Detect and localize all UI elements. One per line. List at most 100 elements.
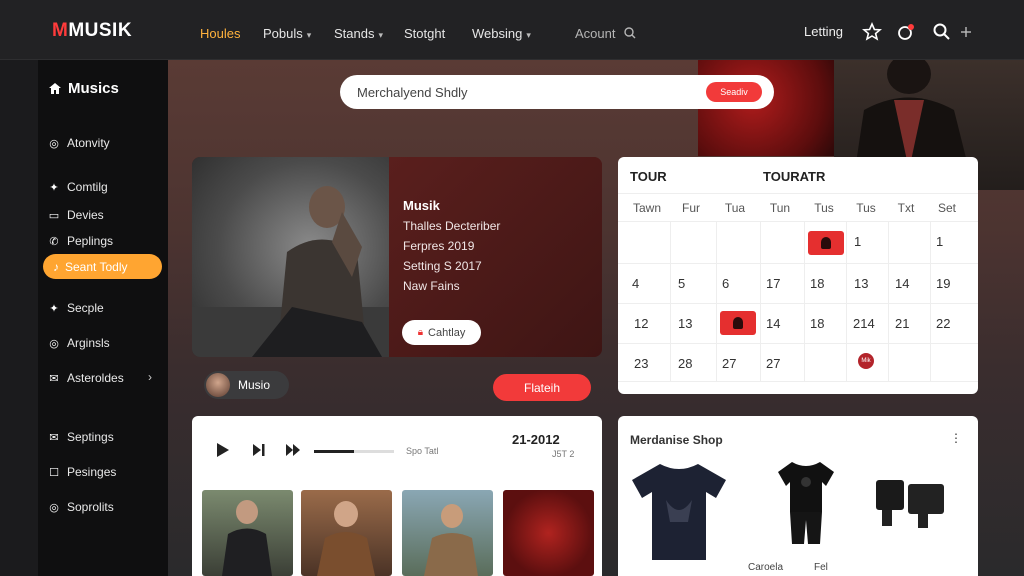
music-chip[interactable]: Musio bbox=[204, 371, 289, 399]
track-sub: J5T 2 bbox=[552, 449, 575, 459]
calendar-cell[interactable]: 21 bbox=[881, 303, 925, 343]
sidebar-item-comtilg[interactable]: ✦ Comtilg bbox=[48, 180, 107, 194]
tshirt-product[interactable] bbox=[630, 460, 728, 562]
calendar-day-header: Fur bbox=[682, 201, 700, 215]
merchandise-shop: Merdanise Shop ⋮ Caroela Fel bbox=[618, 416, 978, 576]
search-button[interactable]: Seadiv bbox=[706, 82, 762, 102]
artist-silhouette-icon bbox=[192, 186, 389, 357]
chevron-down-icon: ▾ bbox=[526, 30, 531, 40]
accessory-product[interactable] bbox=[872, 472, 952, 532]
music-player: Spo Tatl 21-2012 J5T 2 bbox=[192, 416, 602, 576]
sidebar-item-soprolits[interactable]: ◎ Soprolits bbox=[48, 500, 114, 514]
calendar-cell[interactable]: 5 bbox=[664, 263, 708, 303]
progress-bar[interactable] bbox=[314, 450, 394, 453]
calendar-cell[interactable]: 27 bbox=[708, 343, 752, 383]
artist-detail: Thalles Decteriber bbox=[403, 219, 501, 233]
artist-detail: Naw Fains bbox=[403, 279, 460, 293]
artist-icon bbox=[821, 237, 831, 249]
calendar-cell[interactable]: 13 bbox=[664, 303, 708, 343]
calendar-cell[interactable]: 19 bbox=[922, 263, 966, 303]
calendar-cell[interactable]: 22 bbox=[922, 303, 966, 343]
calendar-event[interactable] bbox=[808, 231, 844, 255]
calendar-cell[interactable]: 6 bbox=[708, 263, 752, 303]
artist-portrait-icon bbox=[317, 501, 375, 576]
sidebar-item-secple[interactable]: ✦ Secple bbox=[48, 301, 103, 315]
at-icon: ◎ bbox=[49, 337, 59, 350]
calendar-cell[interactable]: 23 bbox=[620, 343, 664, 383]
plus-icon[interactable] bbox=[956, 22, 976, 42]
progress-fill bbox=[314, 450, 354, 453]
sidebar-item-atonvity[interactable]: ◎ Atonvity bbox=[48, 136, 110, 150]
chevron-right-icon[interactable]: › bbox=[148, 370, 152, 384]
calendar-cell[interactable]: 18 bbox=[796, 303, 840, 343]
nav-item-houles[interactable]: Houles bbox=[200, 26, 240, 41]
tour-calendar: TOUR TOURATR Tawn Fur Tua Tun Tus Tus Tx… bbox=[618, 157, 978, 394]
mail-icon: ✉ bbox=[49, 372, 59, 385]
avatar bbox=[206, 373, 230, 397]
sidebar-item-septings[interactable]: ✉ Septings bbox=[48, 430, 113, 444]
album-thumb[interactable] bbox=[402, 490, 493, 576]
chevron-down-icon: ▾ bbox=[378, 30, 384, 40]
sidebar-title[interactable]: Musics bbox=[48, 80, 119, 97]
nav-item-stotght[interactable]: Stotght bbox=[404, 26, 445, 41]
app-logo[interactable]: MMUSIK bbox=[52, 20, 132, 42]
sidebar-item-arginsls[interactable]: ◎ Arginsls bbox=[48, 336, 110, 350]
outfit-product[interactable] bbox=[776, 460, 836, 546]
account-link[interactable]: Acount bbox=[575, 26, 636, 41]
star-icon[interactable] bbox=[862, 22, 882, 42]
album-thumb[interactable] bbox=[202, 490, 293, 576]
sidebar-item-pesinges[interactable]: ☐ Pesinges bbox=[48, 465, 116, 479]
mail-icon: ✉ bbox=[49, 431, 59, 444]
calendar-cell[interactable]: 18 bbox=[796, 263, 840, 303]
nav-item-pobuls[interactable]: Pobuls ▾ bbox=[263, 26, 311, 41]
calendar-day-header: Tun bbox=[769, 201, 791, 215]
calendar-cell[interactable]: 14 bbox=[752, 303, 796, 343]
album-thumb[interactable] bbox=[503, 490, 594, 576]
search-bar[interactable]: Merchalyend Shdly Seadiv bbox=[340, 75, 774, 109]
lock-icon: 🔒︎ bbox=[417, 327, 424, 338]
sidebar-item-devies[interactable]: ▭ Devies bbox=[48, 208, 104, 222]
artist-photo bbox=[192, 157, 389, 357]
calendar-cell[interactable]: 17 bbox=[752, 263, 796, 303]
calendar-day-header: Tua bbox=[724, 201, 746, 215]
top-navigation: MMUSIK Houles Pobuls ▾ Stands ▾ Stotght We… bbox=[0, 0, 1024, 60]
calendar-cell[interactable]: 27 bbox=[752, 343, 796, 383]
calendar-day-header: Tus bbox=[856, 201, 876, 215]
catalog-button[interactable]: 🔒︎ Cahtlay bbox=[402, 320, 481, 345]
letting-link[interactable]: Letting bbox=[804, 24, 843, 39]
calendar-cell[interactable]: 12 bbox=[620, 303, 664, 343]
artist-detail: Ferpres 2019 bbox=[403, 239, 475, 253]
album-thumb[interactable] bbox=[301, 490, 392, 576]
sidebar-item-peplings[interactable]: ✆ Peplings bbox=[48, 234, 113, 248]
skip-next-icon[interactable] bbox=[252, 442, 266, 458]
artist-icon bbox=[733, 317, 743, 329]
fast-forward-icon[interactable] bbox=[285, 442, 301, 458]
calendar-cell[interactable]: 1 bbox=[840, 221, 884, 261]
calendar-event-dot[interactable]: Mik bbox=[858, 353, 874, 369]
product-label: Caroela bbox=[748, 562, 784, 573]
nav-item-stands[interactable]: Stands ▾ bbox=[334, 26, 383, 41]
calendar-cell[interactable]: 4 bbox=[618, 263, 662, 303]
calendar-cell[interactable]: 14 bbox=[881, 263, 925, 303]
search-icon bbox=[624, 27, 636, 39]
cta-button[interactable]: Flateih bbox=[493, 374, 591, 401]
search-icon[interactable] bbox=[932, 22, 952, 42]
sidebar-item-seant-todly[interactable]: ♪ Seant Todly bbox=[43, 254, 162, 279]
calendar-cell[interactable]: 1 bbox=[922, 221, 966, 261]
notification-icon[interactable] bbox=[896, 22, 916, 42]
calendar-cell[interactable]: 214 bbox=[839, 303, 883, 343]
calendar-day-header: Txt bbox=[897, 201, 915, 215]
sidebar-item-asteroldes[interactable]: ✉ Asteroldes bbox=[48, 371, 123, 385]
twitter-icon: ✦ bbox=[49, 302, 59, 315]
calendar-cell[interactable]: 28 bbox=[664, 343, 708, 383]
shop-title: Merdanise Shop bbox=[630, 433, 723, 447]
artist-detail: Setting S 2017 bbox=[403, 259, 482, 273]
play-icon[interactable] bbox=[216, 442, 230, 458]
chevron-down-icon: ▾ bbox=[306, 30, 312, 40]
nav-item-websing[interactable]: Websing ▾ bbox=[472, 26, 531, 41]
search-input[interactable]: Merchalyend Shdly bbox=[357, 85, 468, 100]
calendar-event[interactable] bbox=[720, 311, 756, 335]
more-options-icon[interactable]: ⋮ bbox=[950, 431, 962, 445]
sidebar: Musics ◎ Atonvity ✦ Comtilg ▭ Devies ✆ Pepli… bbox=[38, 60, 168, 576]
calendar-cell[interactable]: 13 bbox=[840, 263, 884, 303]
